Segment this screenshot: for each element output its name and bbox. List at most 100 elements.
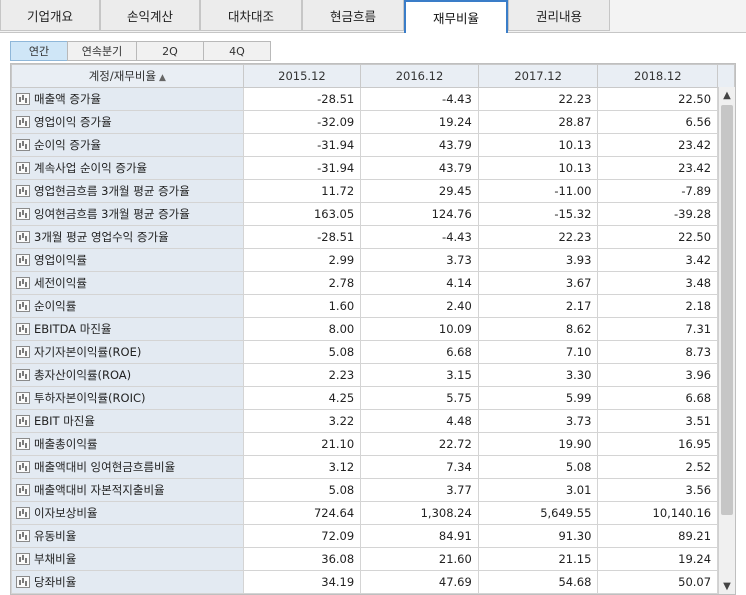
chart-icon[interactable] bbox=[16, 254, 30, 266]
tab-rights[interactable]: 권리내용 bbox=[508, 0, 610, 31]
chart-icon[interactable] bbox=[16, 461, 30, 473]
row-label: 매출액 증가율 bbox=[34, 92, 102, 106]
value-cell: 5,649.55 bbox=[477, 501, 599, 525]
value-cell: 3.15 bbox=[360, 363, 479, 387]
value-cell: 3.01 bbox=[477, 478, 599, 502]
row-label-cell: 투하자본이익률(ROIC) bbox=[11, 386, 244, 410]
row-label-cell: 영업이익 증가율 bbox=[11, 110, 244, 134]
value-cell: 3.73 bbox=[360, 248, 479, 272]
table-row: 매출액대비 잉여현금흐름비율 3.12 7.34 5.08 2.52 bbox=[11, 455, 735, 479]
row-label: 영업이익 증가율 bbox=[34, 115, 112, 129]
value-cell: 2.52 bbox=[597, 455, 719, 479]
value-cell: 16.95 bbox=[597, 432, 719, 456]
chart-icon[interactable] bbox=[16, 116, 30, 128]
chart-icon[interactable] bbox=[16, 139, 30, 151]
chart-icon[interactable] bbox=[16, 369, 30, 381]
row-label-cell: 매출총이익률 bbox=[11, 432, 244, 456]
scroll-up-icon[interactable]: ▲ bbox=[719, 87, 735, 104]
row-label: 매출액대비 잉여현금흐름비율 bbox=[34, 460, 176, 474]
chart-icon[interactable] bbox=[16, 300, 30, 312]
value-cell: -4.43 bbox=[360, 225, 479, 249]
row-label-cell: 자기자본이익률(ROE) bbox=[11, 340, 244, 364]
row-label-cell: 유동비율 bbox=[11, 524, 244, 548]
row-label-cell: 매출액대비 잉여현금흐름비율 bbox=[11, 455, 244, 479]
row-label: 자기자본이익률(ROE) bbox=[34, 345, 142, 359]
row-label: 매출총이익률 bbox=[34, 437, 98, 451]
row-label: 잉여현금흐름 3개월 평균 증가율 bbox=[34, 207, 190, 221]
scroll-thumb[interactable] bbox=[721, 105, 733, 515]
row-label: EBITDA 마진율 bbox=[34, 322, 112, 336]
chart-icon[interactable] bbox=[16, 576, 30, 588]
chart-icon[interactable] bbox=[16, 438, 30, 450]
subtab-consecutive-quarter[interactable]: 연속분기 bbox=[67, 41, 137, 61]
chart-icon[interactable] bbox=[16, 553, 30, 565]
value-cell: 47.69 bbox=[360, 570, 479, 594]
value-cell: 19.24 bbox=[597, 547, 719, 571]
row-label-cell: 계속사업 순이익 증가율 bbox=[11, 156, 244, 180]
chart-icon[interactable] bbox=[16, 392, 30, 404]
chart-icon[interactable] bbox=[16, 507, 30, 519]
value-cell: 34.19 bbox=[242, 570, 362, 594]
value-cell: 21.60 bbox=[360, 547, 479, 571]
value-cell: 5.08 bbox=[242, 478, 362, 502]
chart-icon[interactable] bbox=[16, 93, 30, 105]
value-cell: -11.00 bbox=[477, 179, 599, 203]
chart-icon[interactable] bbox=[16, 185, 30, 197]
table-header-row: 계정/재무비율 ▲ 2015.12 2016.12 2017.12 2018.12 bbox=[11, 64, 735, 88]
value-cell: -31.94 bbox=[242, 133, 362, 157]
tab-cash-flow[interactable]: 현금흐름 bbox=[302, 0, 404, 31]
row-label: 세전이익률 bbox=[34, 276, 87, 290]
subtab-annual[interactable]: 연간 bbox=[10, 41, 68, 61]
chart-icon[interactable] bbox=[16, 530, 30, 542]
row-label: 순이익 증가율 bbox=[34, 138, 102, 152]
row-label: 부채비율 bbox=[34, 552, 77, 566]
period-subtabs: 연간 연속분기 2Q 4Q bbox=[10, 41, 271, 61]
value-cell: 6.56 bbox=[597, 110, 719, 134]
value-cell: 3.67 bbox=[477, 271, 599, 295]
chart-icon[interactable] bbox=[16, 208, 30, 220]
ratio-grid: 계정/재무비율 ▲ 2015.12 2016.12 2017.12 2018.12… bbox=[10, 63, 736, 595]
value-cell: 3.96 bbox=[597, 363, 719, 387]
vertical-scrollbar[interactable]: ▲ ▼ bbox=[718, 87, 735, 594]
value-cell: 5.75 bbox=[360, 386, 479, 410]
row-label-cell: 세전이익률 bbox=[11, 271, 244, 295]
table-row: 세전이익률 2.78 4.14 3.67 3.48 bbox=[11, 271, 735, 295]
row-label-cell: 부채비율 bbox=[11, 547, 244, 571]
sort-asc-icon[interactable]: ▲ bbox=[159, 73, 166, 83]
value-cell: 6.68 bbox=[597, 386, 719, 410]
scroll-down-icon[interactable]: ▼ bbox=[719, 578, 735, 594]
value-cell: 36.08 bbox=[242, 547, 362, 571]
row-label: 영업이익률 bbox=[34, 253, 87, 267]
header-account[interactable]: 계정/재무비율 ▲ bbox=[11, 64, 244, 88]
tab-balance-sheet[interactable]: 대차대조 bbox=[200, 0, 302, 31]
value-cell: -32.09 bbox=[242, 110, 362, 134]
value-cell: 3.22 bbox=[242, 409, 362, 433]
table-row: 영업이익률 2.99 3.73 3.93 3.42 bbox=[11, 248, 735, 272]
value-cell: 2.40 bbox=[360, 294, 479, 318]
value-cell: 8.00 bbox=[242, 317, 362, 341]
chart-icon[interactable] bbox=[16, 162, 30, 174]
chart-icon[interactable] bbox=[16, 231, 30, 243]
value-cell: 43.79 bbox=[360, 133, 479, 157]
value-cell: 1.60 bbox=[242, 294, 362, 318]
table-row: EBIT 마진율 3.22 4.48 3.73 3.51 bbox=[11, 409, 735, 433]
chart-icon[interactable] bbox=[16, 415, 30, 427]
chart-icon[interactable] bbox=[16, 277, 30, 289]
subtab-2q[interactable]: 2Q bbox=[136, 41, 204, 61]
value-cell: 43.79 bbox=[360, 156, 479, 180]
tab-financial-ratios[interactable]: 재무비율 bbox=[404, 0, 508, 33]
subtab-4q[interactable]: 4Q bbox=[203, 41, 271, 61]
table-row: 순이익 증가율 -31.94 43.79 10.13 23.42 bbox=[11, 133, 735, 157]
chart-icon[interactable] bbox=[16, 346, 30, 358]
tab-income-statement[interactable]: 손익계산 bbox=[100, 0, 200, 31]
chart-icon[interactable] bbox=[16, 323, 30, 335]
row-label-cell: 잉여현금흐름 3개월 평균 증가율 bbox=[11, 202, 244, 226]
value-cell: 21.15 bbox=[477, 547, 599, 571]
value-cell: -4.43 bbox=[360, 87, 479, 111]
chart-icon[interactable] bbox=[16, 484, 30, 496]
value-cell: 2.23 bbox=[242, 363, 362, 387]
value-cell: 5.08 bbox=[242, 340, 362, 364]
value-cell: 7.10 bbox=[477, 340, 599, 364]
value-cell: 5.08 bbox=[477, 455, 599, 479]
tab-company-overview[interactable]: 기업개요 bbox=[0, 0, 100, 31]
